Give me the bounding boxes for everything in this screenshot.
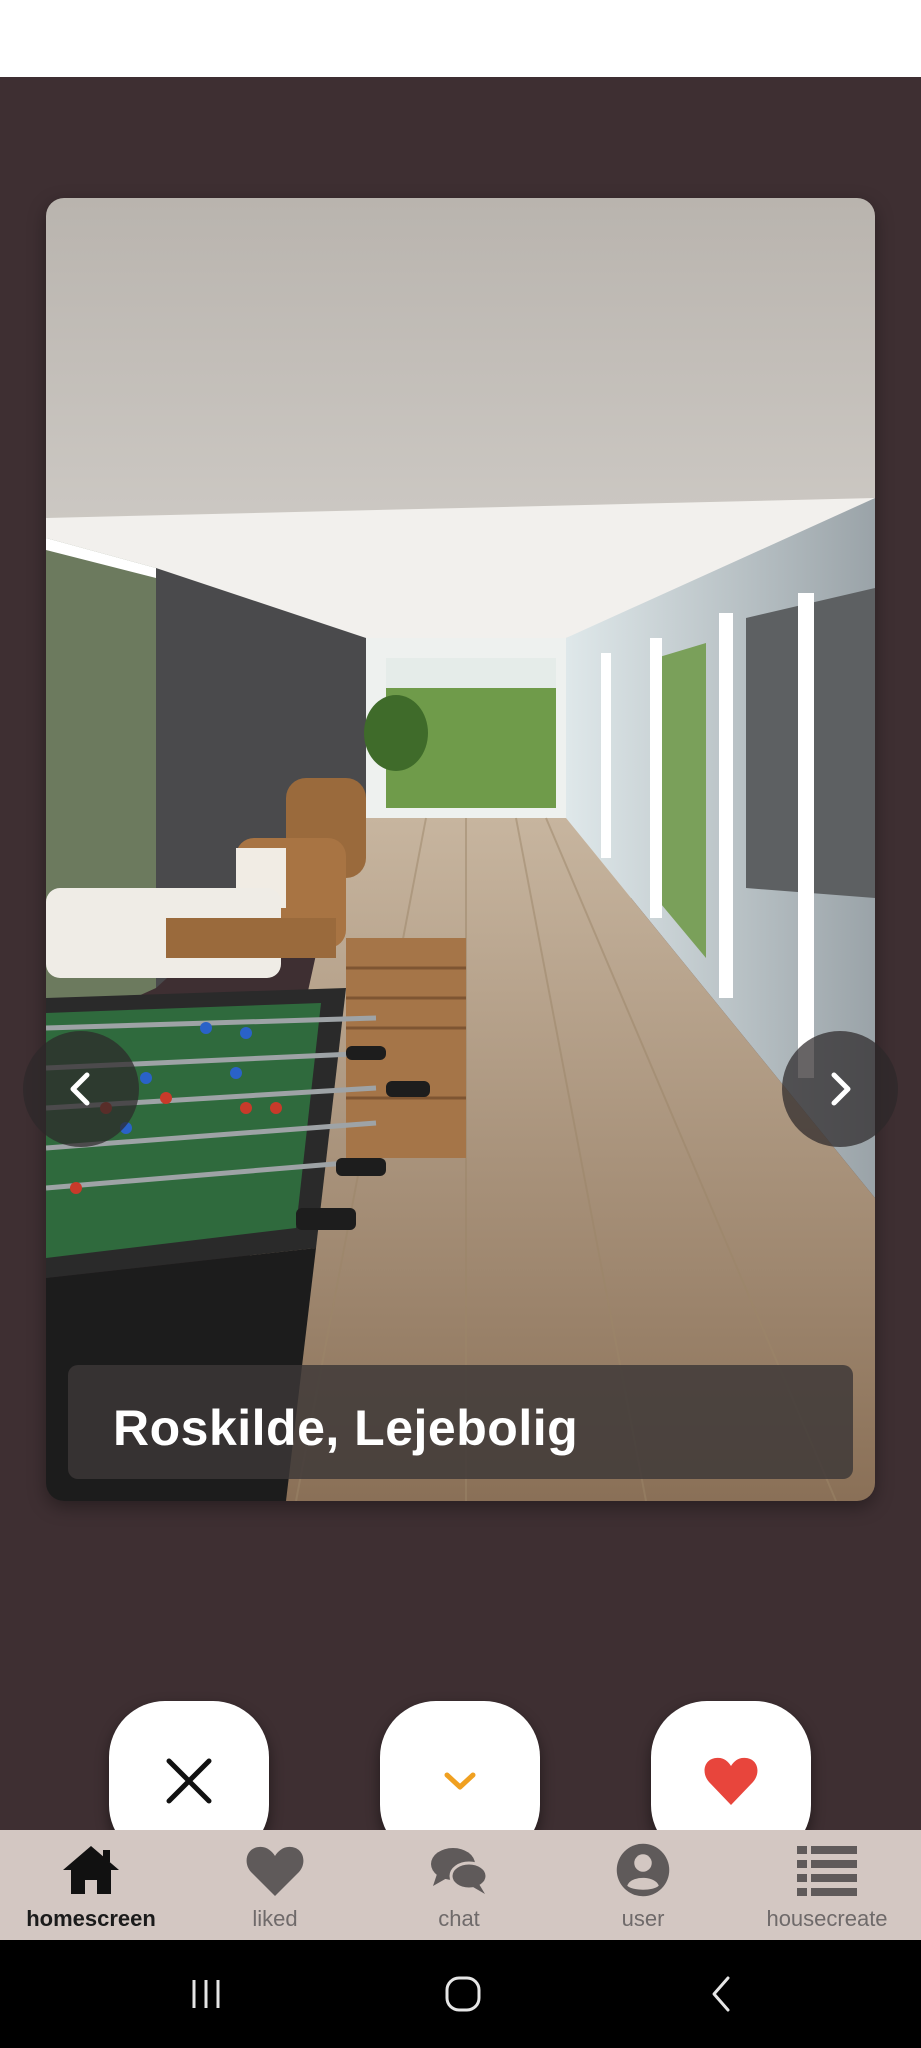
app-area: Roskilde, Lejebolig xyxy=(0,77,921,1861)
nav-label-liked: liked xyxy=(252,1906,298,1931)
nav-item-chat[interactable]: chat xyxy=(369,1830,549,1940)
listing-caption: Roskilde, Lejebolig xyxy=(68,1365,853,1479)
close-icon xyxy=(166,1758,212,1804)
listing-title: Roskilde, Lejebolig xyxy=(113,1400,579,1456)
back-icon[interactable] xyxy=(706,1974,736,2014)
status-bar xyxy=(0,0,921,77)
nav-label-chat: chat xyxy=(438,1906,480,1931)
nav-item-liked[interactable]: liked xyxy=(185,1830,365,1940)
nav-label-housecreate: housecreate xyxy=(766,1906,888,1931)
next-photo-button[interactable] xyxy=(782,1031,898,1147)
nav-item-homescreen[interactable]: homescreen xyxy=(1,1830,181,1940)
chevron-down-icon xyxy=(444,1772,476,1790)
previous-photo-button[interactable] xyxy=(23,1031,139,1147)
list-icon xyxy=(797,1846,857,1896)
chat-icon xyxy=(431,1848,489,1894)
chevron-right-icon xyxy=(831,1072,851,1106)
heart-icon xyxy=(704,1757,758,1805)
listing-photo xyxy=(46,198,875,1501)
nav-item-housecreate[interactable]: housecreate xyxy=(737,1830,917,1940)
nav-label-homescreen: homescreen xyxy=(26,1906,156,1931)
home-icon xyxy=(63,1846,119,1894)
chevron-left-icon xyxy=(70,1072,90,1106)
recent-apps-icon[interactable] xyxy=(188,1976,224,2012)
nav-label-user: user xyxy=(621,1906,665,1931)
heart-icon xyxy=(246,1846,304,1896)
home-button-icon[interactable] xyxy=(443,1974,483,2014)
nav-item-user[interactable]: user xyxy=(553,1830,733,1940)
listing-card[interactable]: Roskilde, Lejebolig xyxy=(46,198,875,1501)
user-icon xyxy=(616,1843,670,1897)
system-navigation-bar xyxy=(0,1940,921,2048)
bottom-navigation: homescreen liked chat user housecreate xyxy=(0,1830,921,1940)
